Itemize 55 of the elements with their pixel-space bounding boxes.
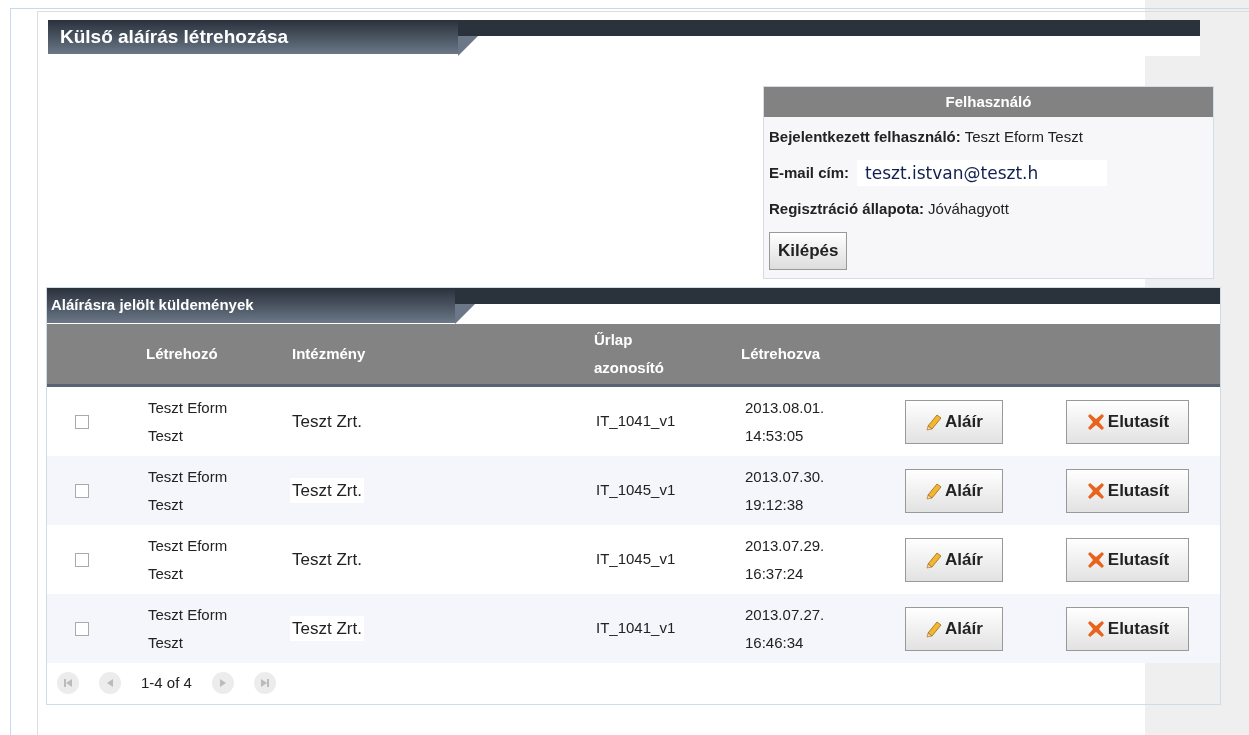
table-cell-text: IT_1045_v1 bbox=[596, 480, 676, 501]
previous-page-icon[interactable] bbox=[99, 672, 121, 694]
column-header: Létrehozva bbox=[741, 344, 821, 364]
row-checkbox[interactable] bbox=[75, 621, 89, 636]
row-checkbox[interactable] bbox=[75, 414, 89, 429]
pencil-icon bbox=[925, 481, 944, 500]
next-page-icon[interactable] bbox=[211, 672, 234, 694]
table-cell: Teszt Zrt. bbox=[290, 477, 364, 504]
table-cell-text: 2013.07.27. 16:46:34 bbox=[745, 604, 826, 653]
table-cell: Teszt Zrt. bbox=[290, 615, 364, 642]
panel-title: Felhasználó bbox=[945, 91, 1032, 112]
section-title: Aláírásra jelölt küldemények bbox=[51, 295, 254, 316]
table-cell-text: Teszt Eform Teszt bbox=[148, 466, 229, 515]
table-cell-text: IT_1045_v1 bbox=[596, 549, 676, 570]
first-page-icon[interactable] bbox=[57, 672, 79, 694]
row-checkbox[interactable] bbox=[75, 552, 89, 567]
field-value: Jóváhagyott bbox=[928, 198, 1009, 219]
logout-button[interactable]: Kilépés bbox=[769, 232, 848, 270]
sign-button[interactable]: Aláír bbox=[905, 399, 1003, 444]
email-field[interactable]: teszt.istvan@teszt.h bbox=[857, 160, 1108, 186]
table-cell-text: IT_1041_v1 bbox=[596, 618, 676, 639]
table-cell-text: Teszt Eform Teszt bbox=[148, 397, 229, 446]
reject-button[interactable]: Elutasít bbox=[1066, 468, 1189, 513]
table-cell-text: 2013.07.29. 16:37:24 bbox=[745, 535, 826, 584]
column-header: Intézmény bbox=[292, 344, 366, 364]
row-checkbox[interactable] bbox=[75, 483, 89, 498]
table-cell-text: IT_1041_v1 bbox=[596, 411, 676, 432]
section-title: Külső aláírás létrehozása bbox=[60, 24, 289, 49]
cross-icon bbox=[1085, 411, 1106, 432]
cross-icon bbox=[1085, 480, 1106, 501]
reject-button[interactable]: Elutasít bbox=[1066, 399, 1189, 444]
pencil-icon bbox=[925, 550, 944, 569]
reject-button[interactable]: Elutasít bbox=[1066, 537, 1189, 582]
sign-button[interactable]: Aláír bbox=[905, 537, 1003, 582]
sign-button[interactable]: Aláír bbox=[905, 606, 1003, 651]
header-slant bbox=[455, 304, 475, 324]
last-page-icon[interactable] bbox=[253, 672, 276, 694]
pager-text: 1-4 of 4 bbox=[141, 672, 192, 693]
column-header: Létrehozó bbox=[146, 344, 218, 364]
table-cell-text: 2013.07.30. 19:12:38 bbox=[745, 466, 826, 515]
reject-button[interactable]: Elutasít bbox=[1066, 606, 1189, 651]
table-cell-text: Teszt Eform Teszt bbox=[148, 535, 229, 584]
field-label: E-mail cím: bbox=[769, 162, 850, 183]
sign-button[interactable]: Aláír bbox=[905, 468, 1003, 513]
field-label: Bejelentkezett felhasználó: bbox=[769, 126, 961, 147]
table-cell-text: Teszt Eform Teszt bbox=[148, 604, 229, 653]
field-value: Teszt Eform Teszt bbox=[964, 126, 1083, 147]
cross-icon bbox=[1085, 549, 1106, 570]
column-header: Űrlap azonosító bbox=[594, 330, 665, 378]
table-cell-text: 2013.08.01. 14:53:05 bbox=[745, 397, 826, 446]
pencil-icon bbox=[925, 412, 944, 431]
field-label: Regisztráció állapota: bbox=[769, 198, 925, 219]
cross-icon bbox=[1085, 618, 1106, 639]
header-slant bbox=[458, 36, 478, 56]
pencil-icon bbox=[925, 619, 944, 638]
